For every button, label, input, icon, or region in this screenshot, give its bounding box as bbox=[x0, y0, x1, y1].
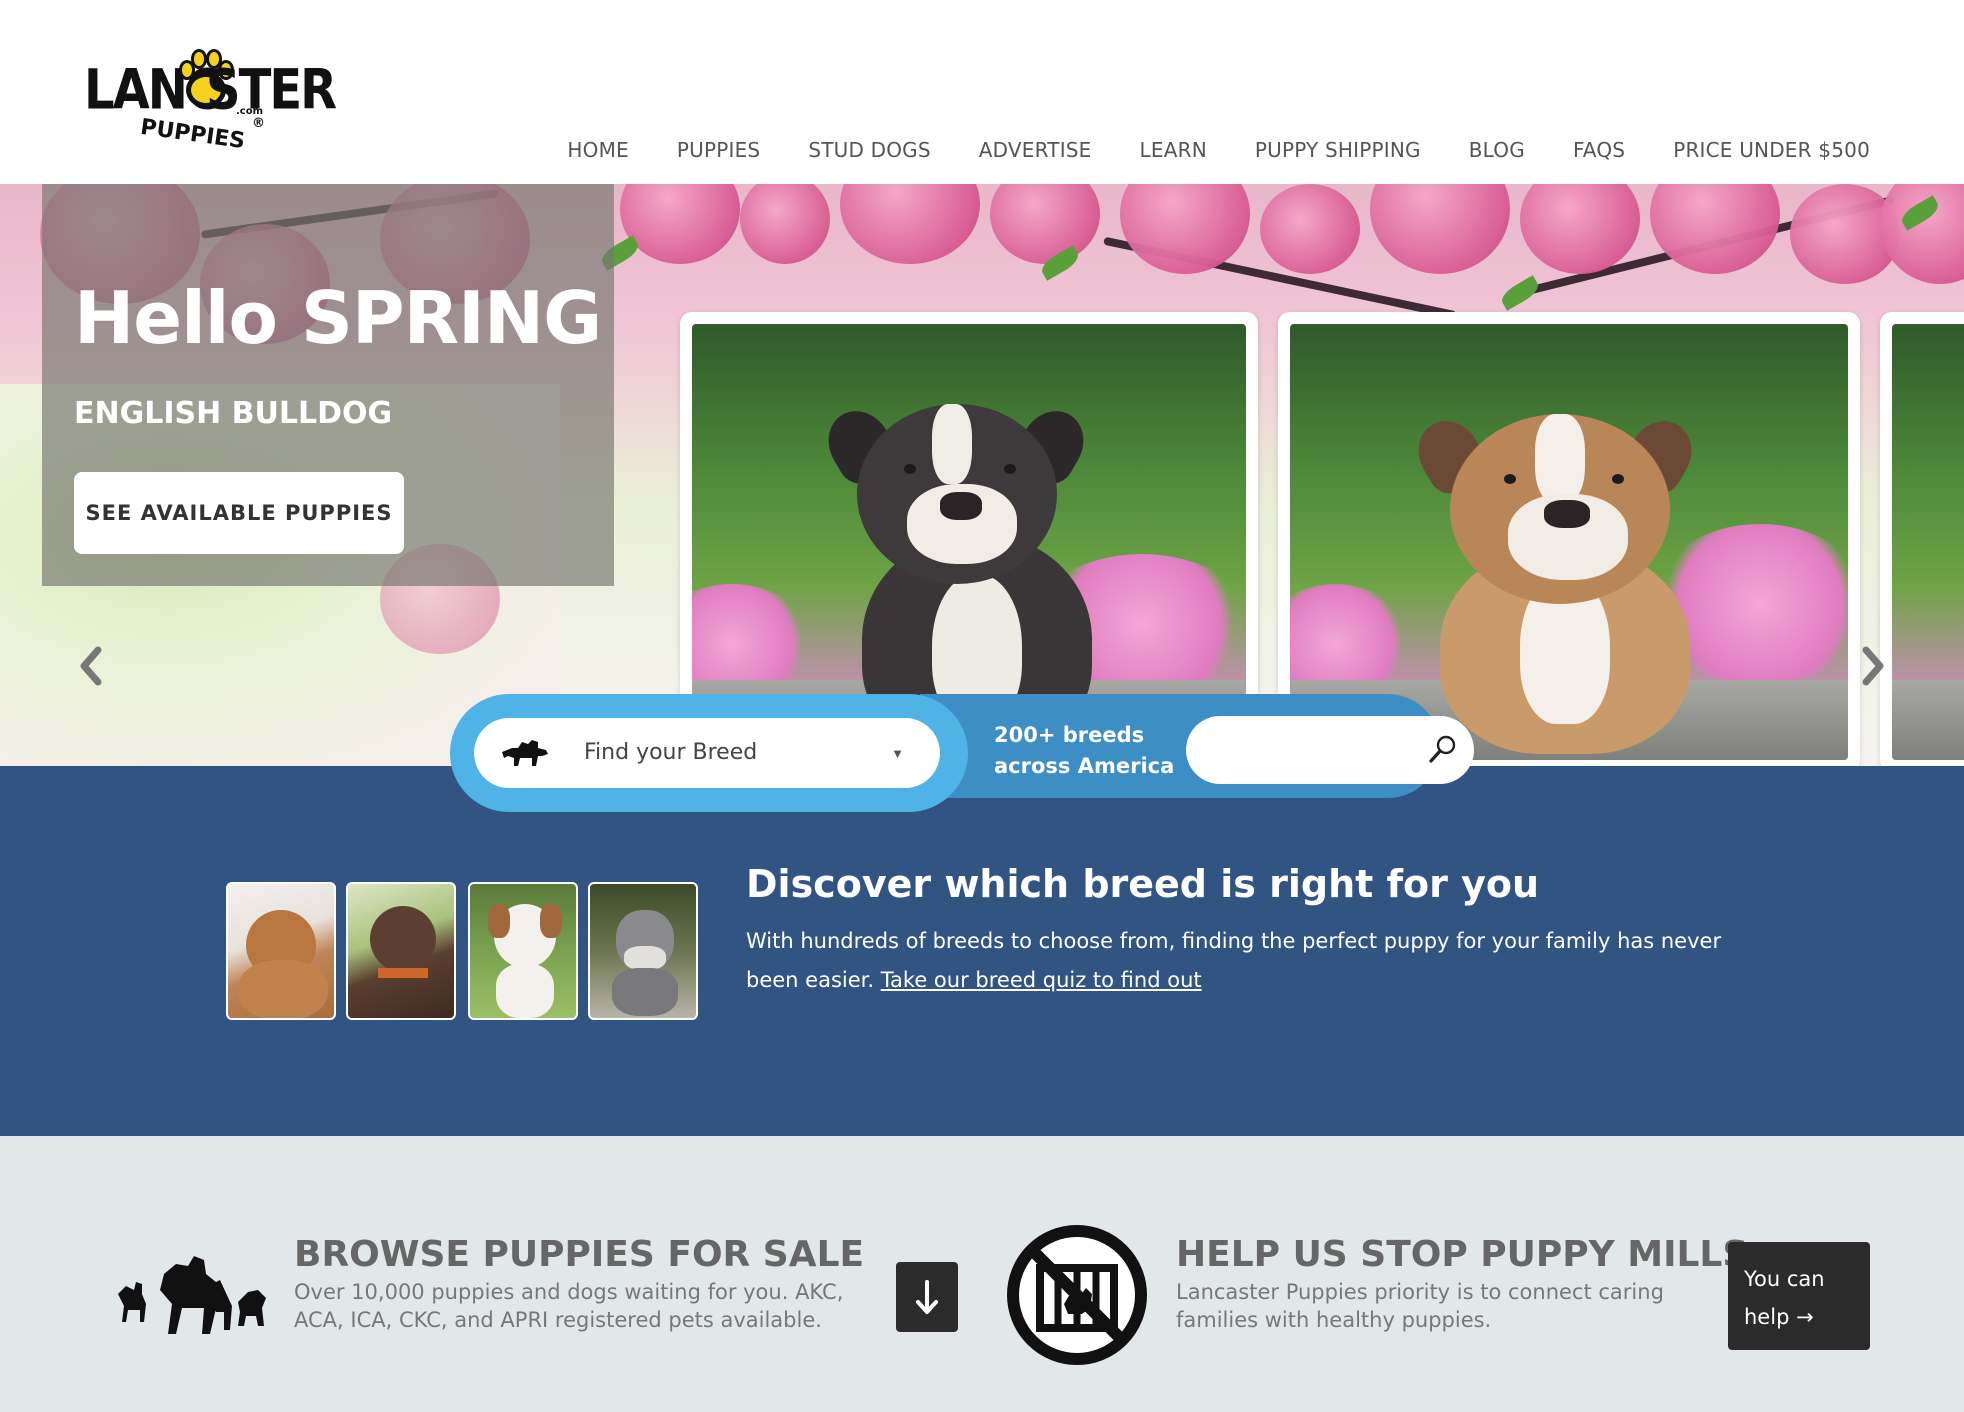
logo-registered: ® bbox=[252, 116, 265, 131]
pink-blossom bbox=[620, 184, 740, 264]
discover-title: Discover which breed is right for you bbox=[746, 862, 1540, 906]
dogs-group-icon bbox=[118, 1256, 266, 1334]
main-nav: HOME PUPPIES STUD DOGS ADVERTISE LEARN P… bbox=[519, 138, 1870, 162]
promo-strip: BROWSE PUPPIES FOR SALE Over 10,000 pupp… bbox=[0, 1136, 1964, 1412]
puppy-photo bbox=[1892, 324, 1964, 760]
pink-blossom bbox=[1650, 184, 1780, 274]
nav-item-price-under-500[interactable]: PRICE UNDER $500 bbox=[1673, 138, 1870, 162]
help-label-line2: help → bbox=[1744, 1305, 1814, 1329]
caret-down-icon: ▼ bbox=[891, 746, 904, 761]
chevron-left-icon[interactable] bbox=[76, 644, 106, 688]
discover-text: With hundreds of breeds to choose from, … bbox=[746, 922, 1746, 1000]
breed-thumbnail-schnauzer[interactable] bbox=[588, 882, 698, 1020]
breed-select-placeholder: Find your Breed bbox=[584, 740, 758, 765]
no-puppy-mill-icon bbox=[1007, 1225, 1147, 1365]
dog-silhouette-icon bbox=[502, 740, 548, 766]
breed-search-bar: Find your Breed ▼ 200+ breeds across Ame… bbox=[450, 694, 1490, 812]
browse-title: BROWSE PUPPIES FOR SALE bbox=[294, 1234, 865, 1275]
breed-thumbnail-labrador[interactable] bbox=[346, 882, 456, 1020]
logo-text-right: STER bbox=[206, 57, 337, 123]
pink-blossom bbox=[1880, 184, 1964, 284]
magnifier-icon[interactable] bbox=[1428, 734, 1458, 764]
pink-blossom bbox=[1520, 184, 1640, 274]
pink-blossom bbox=[1260, 184, 1360, 274]
breed-select[interactable]: Find your Breed ▼ bbox=[474, 718, 940, 788]
breeds-note-line1: 200+ breeds bbox=[994, 723, 1145, 747]
arrow-down-icon bbox=[916, 1280, 938, 1314]
pink-blossom bbox=[990, 184, 1100, 264]
breed-quiz-link[interactable]: Take our breed quiz to find out bbox=[881, 968, 1202, 992]
breeds-note-line2: across America bbox=[994, 754, 1175, 778]
nav-item-puppy-shipping[interactable]: PUPPY SHIPPING bbox=[1255, 138, 1421, 162]
pink-blossom bbox=[840, 184, 980, 264]
mill-text: Lancaster Puppies priority is to connect… bbox=[1176, 1280, 1664, 1332]
hero-carousel: Hello SPRING ENGLISH BULLDOG SEE AVAILAB… bbox=[0, 184, 1964, 766]
breed-thumbnail-poodle[interactable] bbox=[226, 882, 336, 1020]
nav-item-blog[interactable]: BLOG bbox=[1469, 138, 1525, 162]
puppy-photo-frame bbox=[1880, 312, 1964, 766]
nav-item-home[interactable]: HOME bbox=[567, 138, 628, 162]
help-label-line1: You can bbox=[1744, 1267, 1825, 1291]
nav-item-faqs[interactable]: FAQS bbox=[1573, 138, 1625, 162]
see-available-puppies-button[interactable]: SEE AVAILABLE PUPPIES bbox=[74, 472, 404, 554]
site-logo[interactable]: LANC STER .com ® PUPPIES bbox=[80, 44, 337, 156]
discover-section: Discover which breed is right for you Wi… bbox=[0, 766, 1964, 1136]
promo-title: Hello SPRING bbox=[74, 276, 602, 360]
pink-blossom bbox=[740, 184, 830, 264]
promo-panel: Hello SPRING ENGLISH BULLDOG SEE AVAILAB… bbox=[42, 184, 614, 586]
you-can-help-button[interactable]: You can help → bbox=[1728, 1242, 1870, 1350]
chevron-right-icon[interactable] bbox=[1858, 644, 1888, 688]
site-header: LANC STER .com ® PUPPIES HOME PUPPIES ST… bbox=[0, 0, 1964, 184]
scroll-down-button[interactable] bbox=[896, 1262, 958, 1332]
nav-item-learn[interactable]: LEARN bbox=[1140, 138, 1207, 162]
breeds-note: 200+ breeds across America bbox=[994, 720, 1174, 782]
mill-title: HELP US STOP PUPPY MILLS bbox=[1176, 1234, 1749, 1275]
browse-text: Over 10,000 puppies and dogs waiting for… bbox=[294, 1280, 844, 1332]
breed-thumbnail-jack-russell[interactable] bbox=[468, 882, 578, 1020]
pink-blossom bbox=[1370, 184, 1510, 274]
nav-item-puppies[interactable]: PUPPIES bbox=[677, 138, 760, 162]
promo-subtitle: ENGLISH BULLDOG bbox=[74, 396, 393, 431]
nav-item-advertise[interactable]: ADVERTISE bbox=[979, 138, 1092, 162]
pink-blossom bbox=[1120, 184, 1250, 274]
nav-item-stud-dogs[interactable]: STUD DOGS bbox=[808, 138, 930, 162]
